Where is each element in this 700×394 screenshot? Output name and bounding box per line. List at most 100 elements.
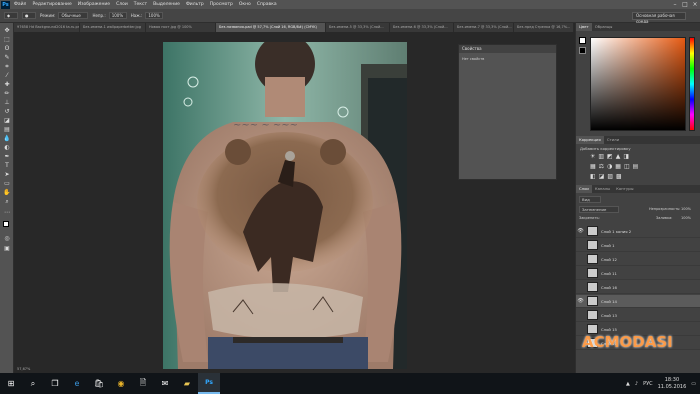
document-tab[interactable]: Без-имени-5 @ 33,3% (Слой... bbox=[326, 23, 390, 32]
clone-stamp-tool-icon[interactable]: ⊥ bbox=[3, 99, 11, 106]
mode-label: Режим: bbox=[40, 13, 56, 18]
menu-help[interactable]: Справка bbox=[257, 2, 277, 7]
layer-row[interactable]: Слой 13 bbox=[576, 309, 700, 322]
maximize-button[interactable]: □ bbox=[680, 1, 690, 8]
menu-window[interactable]: Окно bbox=[239, 2, 251, 7]
layer-filter-dropdown[interactable]: Вид bbox=[579, 196, 601, 203]
tab-layers[interactable]: Слои bbox=[576, 185, 592, 193]
adjustment-icons-row3[interactable]: ◧◪▨▩ bbox=[590, 173, 625, 180]
blur-tool-icon[interactable]: 💧 bbox=[3, 135, 11, 142]
marquee-tool-icon[interactable]: ⬚ bbox=[3, 36, 11, 43]
more-tools-icon[interactable]: ⋯ bbox=[3, 209, 11, 216]
foreground-color-swatch[interactable] bbox=[3, 221, 9, 227]
layer-row-active[interactable]: 👁 Слой 14 bbox=[576, 295, 700, 308]
eye-icon[interactable]: 👁 bbox=[576, 298, 585, 304]
search-icon[interactable]: ⌕ bbox=[22, 373, 44, 394]
close-button[interactable]: × bbox=[690, 1, 700, 8]
tab-swatches[interactable]: Образцы bbox=[592, 23, 616, 31]
document-tab[interactable]: Без-имени-6 @ 33,3% (Слой... bbox=[390, 23, 454, 32]
workspace-dropdown[interactable]: Основная рабочая среда bbox=[632, 12, 686, 24]
dodge-tool-icon[interactable]: ◐ bbox=[3, 144, 11, 151]
quick-select-tool-icon[interactable]: ✎ bbox=[3, 54, 11, 61]
eyedropper-tool-icon[interactable]: ⁄ bbox=[3, 72, 11, 79]
crop-tool-icon[interactable]: ⌗ bbox=[3, 63, 11, 70]
type-tool-icon[interactable]: T bbox=[3, 162, 11, 169]
path-select-tool-icon[interactable]: ➤ bbox=[3, 171, 11, 178]
chrome-icon[interactable]: ◉ bbox=[110, 373, 132, 394]
photoshop-icon[interactable]: Ps bbox=[198, 373, 220, 394]
zoom-tool-icon[interactable]: ⌕ bbox=[3, 198, 11, 205]
hand-tool-icon[interactable]: ✋ bbox=[3, 189, 11, 196]
menu-type[interactable]: Текст bbox=[134, 2, 147, 7]
properties-empty-text: Нет свойств bbox=[462, 57, 485, 61]
foreground-swatch-small[interactable] bbox=[579, 37, 586, 44]
zoom-readout[interactable]: 57,67% bbox=[17, 367, 30, 371]
shape-tool-icon[interactable]: ▭ bbox=[3, 180, 11, 187]
document-tab[interactable]: Без-имени-1 wallpaperbetter.jpg bbox=[80, 23, 146, 32]
eye-icon[interactable]: 👁 bbox=[576, 228, 585, 234]
menu-layers[interactable]: Слои bbox=[116, 2, 128, 7]
opacity-field[interactable]: 100% bbox=[108, 12, 127, 19]
layer-name: Слой 1 bbox=[601, 242, 615, 248]
eraser-tool-icon[interactable]: ◪ bbox=[3, 117, 11, 124]
adjustment-icons-row2[interactable]: ▦⚖◑▦◫▤ bbox=[590, 163, 641, 170]
healing-tool-icon[interactable]: ✚ bbox=[3, 81, 11, 88]
screen-mode-icon[interactable]: ▣ bbox=[3, 245, 11, 252]
flow-field[interactable]: 100% bbox=[145, 12, 164, 19]
opacity-value[interactable]: 100% bbox=[681, 207, 691, 211]
clock[interactable]: 18:30 11.05.2016 bbox=[658, 377, 687, 391]
layer-row[interactable]: Слой 16 bbox=[576, 281, 700, 294]
document-canvas-image[interactable]: ~~~ ~ ~~~ bbox=[163, 42, 407, 369]
folder-icon[interactable]: ▰ bbox=[176, 373, 198, 394]
pen-tool-icon[interactable]: ✒ bbox=[3, 153, 11, 160]
tab-styles[interactable]: Стили bbox=[604, 136, 622, 144]
brush-tool-icon[interactable]: ✏ bbox=[3, 90, 11, 97]
tool-preset-picker[interactable]: ◆ bbox=[4, 12, 18, 19]
start-icon[interactable]: ⊞ bbox=[0, 373, 22, 394]
files-icon[interactable]: 🗎 bbox=[132, 373, 154, 394]
menu-select[interactable]: Выделение bbox=[153, 2, 180, 7]
menu-image[interactable]: Изображение bbox=[78, 2, 110, 7]
color-picker[interactable] bbox=[590, 37, 686, 131]
store-icon[interactable]: 🛍 bbox=[88, 373, 110, 394]
tab-paths[interactable]: Контуры bbox=[613, 185, 636, 193]
menu-edit[interactable]: Редактирование bbox=[32, 2, 71, 7]
minimize-button[interactable]: – bbox=[670, 1, 680, 8]
document-tab[interactable]: Без-имени-7 @ 33,3% (Слой... bbox=[454, 23, 514, 32]
gradient-tool-icon[interactable]: ▤ bbox=[3, 126, 11, 133]
lasso-tool-icon[interactable]: ʘ bbox=[3, 45, 11, 52]
background-swatch-small[interactable] bbox=[579, 47, 586, 54]
quick-mask-icon[interactable]: ◎ bbox=[3, 235, 11, 242]
task-view-icon[interactable]: ❐ bbox=[44, 373, 66, 394]
volume-icon[interactable]: ♪ bbox=[635, 381, 638, 387]
tab-channels[interactable]: Каналы bbox=[592, 185, 613, 193]
tab-adjustments[interactable]: Коррекция bbox=[576, 136, 604, 144]
layer-row[interactable]: 👁 Слой 1 копия 2 bbox=[576, 225, 700, 238]
hue-slider[interactable] bbox=[689, 37, 695, 131]
mail-icon[interactable]: ✉ bbox=[154, 373, 176, 394]
history-brush-tool-icon[interactable]: ↺ bbox=[3, 108, 11, 115]
notifications-icon[interactable]: ▭ bbox=[691, 381, 696, 387]
mode-dropdown[interactable]: Обычные bbox=[58, 12, 89, 19]
taskbar: ⊞ ⌕ ❐ e 🛍 ◉ 🗎 ✉ ▰ Ps ▲ ♪ РУС 18:30 11.05… bbox=[0, 373, 700, 394]
layer-row[interactable]: Слой 1 bbox=[576, 239, 700, 252]
network-icon[interactable]: ▲ bbox=[626, 381, 630, 387]
adjustment-icons[interactable]: ☀▥◩▲◨ bbox=[590, 153, 632, 160]
document-tab-active[interactable]: Без-названия-pad @ 57,7% (Слой 16, RGB/8… bbox=[216, 23, 326, 32]
move-tool-icon[interactable]: ✥ bbox=[3, 27, 11, 34]
language-indicator[interactable]: РУС bbox=[643, 381, 653, 387]
layer-row[interactable]: Слой 11 bbox=[576, 267, 700, 280]
fill-value[interactable]: 100% bbox=[681, 216, 691, 220]
layer-row[interactable]: Слой 12 bbox=[576, 253, 700, 266]
document-tab[interactable]: Без-пред Стрелка @ 16,7%... bbox=[514, 23, 574, 32]
document-tab[interactable]: Новая пост.jpg @ 100% bbox=[146, 23, 216, 32]
menu-filter[interactable]: Фильтр bbox=[186, 2, 204, 7]
document-tab[interactable]: 97658 Hd Background2016 ta.ru.png @ 1... bbox=[14, 23, 80, 32]
tab-color[interactable]: Цвет bbox=[576, 23, 592, 31]
menu-view[interactable]: Просмотр bbox=[210, 2, 233, 7]
edge-icon[interactable]: e bbox=[66, 373, 88, 394]
brush-size-picker[interactable]: ● bbox=[22, 12, 36, 19]
blend-mode-dropdown[interactable]: Затемнение bbox=[579, 206, 619, 213]
menu-file[interactable]: Файл bbox=[14, 2, 26, 7]
watermark-logo: ACMODASI bbox=[582, 333, 673, 351]
